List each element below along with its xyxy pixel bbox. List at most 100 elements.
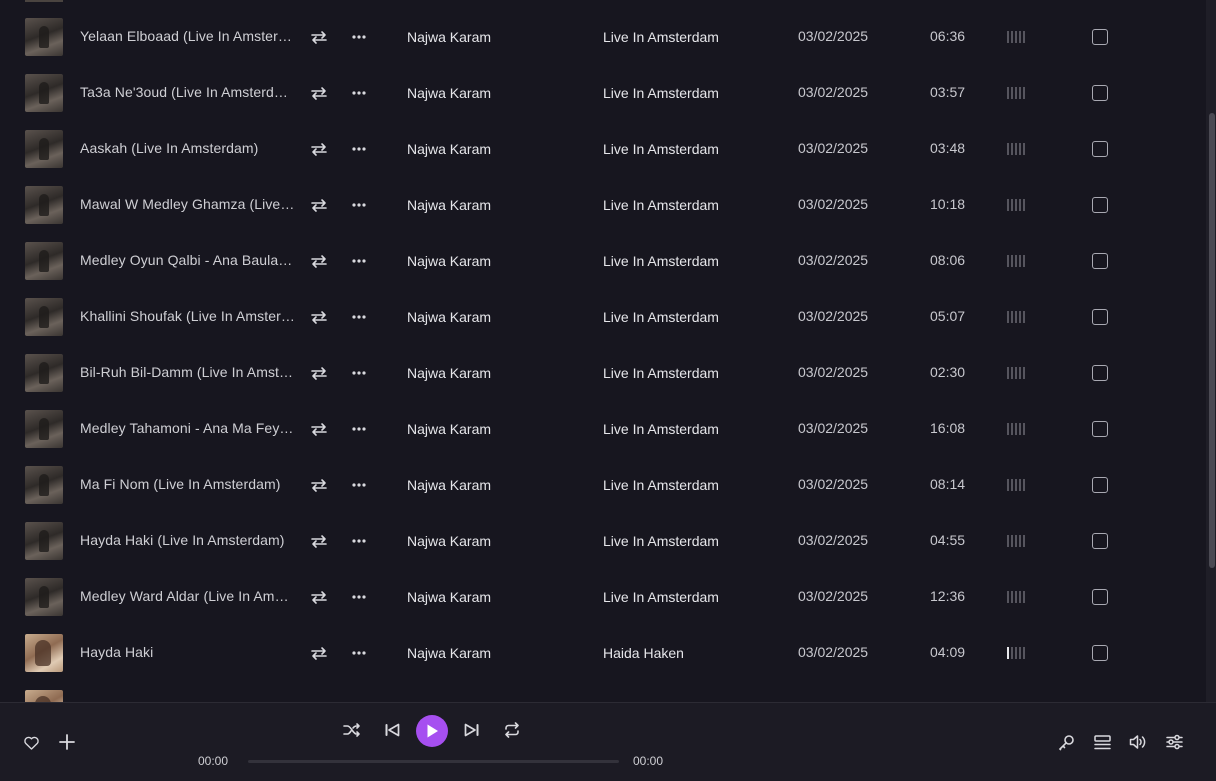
album-art[interactable] xyxy=(25,18,63,56)
more-options-icon[interactable] xyxy=(348,194,370,216)
track-row[interactable]: Hayda Haki (Live In Amsterdam) Najwa Kara… xyxy=(0,513,1206,569)
track-select-checkbox[interactable] xyxy=(1092,533,1108,549)
track-select-checkbox[interactable] xyxy=(1092,253,1108,269)
track-select-checkbox[interactable] xyxy=(1092,197,1108,213)
track-rating[interactable] xyxy=(1007,647,1027,659)
queue-icon[interactable] xyxy=(1092,732,1112,752)
track-row[interactable]: Khallini Shoufak (Live In Amsterdam) Najw… xyxy=(0,289,1206,345)
track-row[interactable]: Ta3a Ne'3oud (Live In Amsterdam) Najwa Ka… xyxy=(0,65,1206,121)
track-select-checkbox[interactable] xyxy=(1092,141,1108,157)
track-rating[interactable] xyxy=(1007,143,1027,155)
track-album[interactable]: Live In Amsterdam xyxy=(603,589,719,605)
track-album[interactable]: Live In Amsterdam xyxy=(603,141,719,157)
album-art[interactable] xyxy=(25,298,63,336)
swap-icon[interactable] xyxy=(308,586,330,608)
album-art[interactable] xyxy=(25,74,63,112)
repeat-icon[interactable] xyxy=(502,720,522,740)
track-album[interactable]: Live In Amsterdam xyxy=(603,29,719,45)
lyrics-microphone-icon[interactable] xyxy=(1056,732,1076,752)
track-rating[interactable] xyxy=(1007,87,1027,99)
track-title[interactable]: Hayda Haki xyxy=(80,644,295,660)
swap-icon[interactable] xyxy=(308,138,330,160)
track-artist[interactable]: Najwa Karam xyxy=(407,589,491,605)
track-row[interactable]: Hayda Haki Najwa Karam Haida Haken 03/02/20… xyxy=(0,625,1206,681)
swap-icon[interactable] xyxy=(308,642,330,664)
track-rating[interactable] xyxy=(1007,367,1027,379)
track-rating[interactable] xyxy=(1007,255,1027,267)
track-artist[interactable]: Najwa Karam xyxy=(407,141,491,157)
track-title[interactable]: Ma Fi Nom (Live In Amsterdam) xyxy=(80,476,295,492)
next-icon[interactable] xyxy=(462,720,482,740)
track-album[interactable]: Live In Amsterdam xyxy=(603,477,719,493)
swap-icon[interactable] xyxy=(308,26,330,48)
track-select-checkbox[interactable] xyxy=(1092,85,1108,101)
track-title[interactable]: Khallini Shoufak (Live In Amsterdam) xyxy=(80,308,295,324)
more-options-icon[interactable] xyxy=(348,26,370,48)
more-options-icon[interactable] xyxy=(348,418,370,440)
track-title[interactable]: Hayda Haki (Live In Amsterdam) xyxy=(80,532,295,548)
track-rating[interactable] xyxy=(1007,479,1027,491)
more-options-icon[interactable] xyxy=(348,250,370,272)
play-button[interactable] xyxy=(416,715,448,747)
track-artist[interactable]: Najwa Karam xyxy=(407,309,491,325)
track-select-checkbox[interactable] xyxy=(1092,589,1108,605)
track-rating[interactable] xyxy=(1007,199,1027,211)
album-art[interactable] xyxy=(25,634,63,672)
track-row[interactable]: Medley Oyun Qalbi - Ana Baulak (Live In … xyxy=(0,233,1206,289)
track-row[interactable]: Mawal W Medley Ghamza (Live In Amsterdam… xyxy=(0,177,1206,233)
equalizer-settings-icon[interactable] xyxy=(1164,732,1184,752)
track-row[interactable]: Yelaan Elboaad (Live In Amsterdam) Najwa … xyxy=(0,9,1206,65)
track-album[interactable]: Live In Amsterdam xyxy=(603,85,719,101)
track-album[interactable]: Haida Haken xyxy=(603,645,684,661)
track-rating[interactable] xyxy=(1007,535,1027,547)
track-album[interactable]: Live In Amsterdam xyxy=(603,421,719,437)
shuffle-icon[interactable] xyxy=(342,720,362,740)
track-album[interactable]: Live In Amsterdam xyxy=(603,309,719,325)
more-options-icon[interactable] xyxy=(348,362,370,384)
track-artist[interactable]: Najwa Karam xyxy=(407,645,491,661)
track-select-checkbox[interactable] xyxy=(1092,365,1108,381)
swap-icon[interactable] xyxy=(308,82,330,104)
more-options-icon[interactable] xyxy=(348,138,370,160)
track-artist[interactable]: Najwa Karam xyxy=(407,197,491,213)
track-select-checkbox[interactable] xyxy=(1092,29,1108,45)
track-album[interactable]: Live In Amsterdam xyxy=(603,197,719,213)
more-options-icon[interactable] xyxy=(348,530,370,552)
album-art[interactable] xyxy=(25,522,63,560)
track-rating[interactable] xyxy=(1007,311,1027,323)
track-title[interactable]: Medley Ward Aldar (Live In Amsterdam) xyxy=(80,588,295,604)
more-options-icon[interactable] xyxy=(348,642,370,664)
volume-icon[interactable] xyxy=(1128,732,1148,752)
album-art[interactable] xyxy=(25,466,63,504)
track-title[interactable]: Medley Tahamoni - Ana Ma Feya (Live In A… xyxy=(80,420,295,436)
track-title[interactable]: Bil-Ruh Bil-Damm (Live In Amsterdam) xyxy=(80,364,295,380)
track-select-checkbox[interactable] xyxy=(1092,309,1108,325)
album-art[interactable] xyxy=(25,186,63,224)
track-album[interactable]: Live In Amsterdam xyxy=(603,533,719,549)
track-row[interactable]: Aaskah (Live In Amsterdam) Najwa Karam Liv… xyxy=(0,121,1206,177)
swap-icon[interactable] xyxy=(308,362,330,384)
track-select-checkbox[interactable] xyxy=(1092,421,1108,437)
more-options-icon[interactable] xyxy=(348,306,370,328)
track-artist[interactable]: Najwa Karam xyxy=(407,29,491,45)
track-rating[interactable] xyxy=(1007,31,1027,43)
track-album[interactable]: Live In Amsterdam xyxy=(603,365,719,381)
track-album[interactable]: Live In Amsterdam xyxy=(603,253,719,269)
add-plus-icon[interactable] xyxy=(57,732,77,752)
album-art[interactable] xyxy=(25,130,63,168)
album-art[interactable] xyxy=(25,242,63,280)
album-art[interactable] xyxy=(25,354,63,392)
track-title[interactable]: Ta3a Ne'3oud (Live In Amsterdam) xyxy=(80,84,295,100)
track-row[interactable]: Ma Fi Nom (Live In Amsterdam) Najwa Karam… xyxy=(0,457,1206,513)
swap-icon[interactable] xyxy=(308,250,330,272)
track-row[interactable]: Medley Tahamoni - Ana Ma Feya (Live In A… xyxy=(0,401,1206,457)
more-options-icon[interactable] xyxy=(348,474,370,496)
seek-bar[interactable] xyxy=(248,760,619,763)
track-artist[interactable]: Najwa Karam xyxy=(407,533,491,549)
track-artist[interactable]: Najwa Karam xyxy=(407,421,491,437)
swap-icon[interactable] xyxy=(308,194,330,216)
swap-icon[interactable] xyxy=(308,530,330,552)
track-title[interactable]: Yelaan Elboaad (Live In Amsterdam) xyxy=(80,28,295,44)
track-rating[interactable] xyxy=(1007,423,1027,435)
track-title[interactable]: Mawal W Medley Ghamza (Live In Amsterdam… xyxy=(80,196,295,212)
